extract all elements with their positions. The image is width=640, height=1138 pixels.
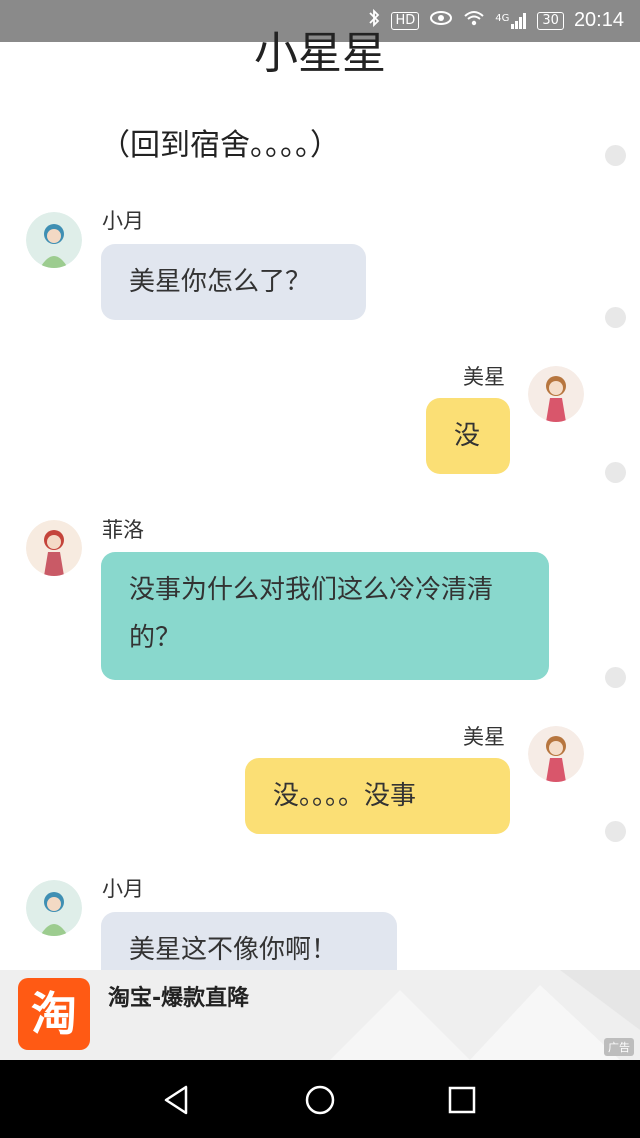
- navigation-bar: [0, 1060, 640, 1138]
- chat-bubble[interactable]: 美星你怎么了？: [101, 244, 366, 320]
- recent-apps-icon[interactable]: [444, 1082, 480, 1118]
- chat-bubble[interactable]: 没。。。。没事: [245, 758, 510, 834]
- message-status-dot: [605, 307, 626, 328]
- avatar-meixing[interactable]: [528, 366, 584, 422]
- taobao-logo-icon: 淘: [18, 978, 90, 1050]
- message-status-dot: [605, 145, 626, 166]
- message-status-dot: [605, 667, 626, 688]
- hd-badge: HD: [391, 11, 420, 30]
- ad-banner[interactable]: 淘 淘宝-爆款直降 广告: [0, 970, 640, 1060]
- chat-bubble[interactable]: 没: [426, 398, 510, 474]
- signal-icon: 4G: [495, 12, 527, 29]
- sender-name: 菲洛: [102, 518, 144, 542]
- sender-name: 小月: [102, 209, 144, 233]
- sender-name: 美星: [463, 365, 505, 389]
- chat-bubble[interactable]: 没事为什么对我们这么冷冷清清的？: [101, 552, 549, 680]
- sender-name: 美星: [463, 725, 505, 749]
- narration-text: （回到宿舍。。。。）: [100, 128, 340, 163]
- message-status-dot: [605, 821, 626, 842]
- avatar-meixing[interactable]: [528, 726, 584, 782]
- back-icon[interactable]: [160, 1082, 196, 1118]
- ad-label: 广告: [604, 1038, 634, 1056]
- avatar-xiaoyue[interactable]: [26, 212, 82, 268]
- avatar-xiaoyue[interactable]: [26, 880, 82, 936]
- message-status-dot: [605, 462, 626, 483]
- home-icon[interactable]: [302, 1082, 338, 1118]
- sender-name: 小月: [102, 877, 144, 901]
- avatar-feiluo[interactable]: [26, 520, 82, 576]
- ad-title: 淘宝-爆款直降: [108, 986, 250, 1011]
- battery-icon: 30: [537, 11, 564, 30]
- page-title: 小星星: [254, 28, 386, 79]
